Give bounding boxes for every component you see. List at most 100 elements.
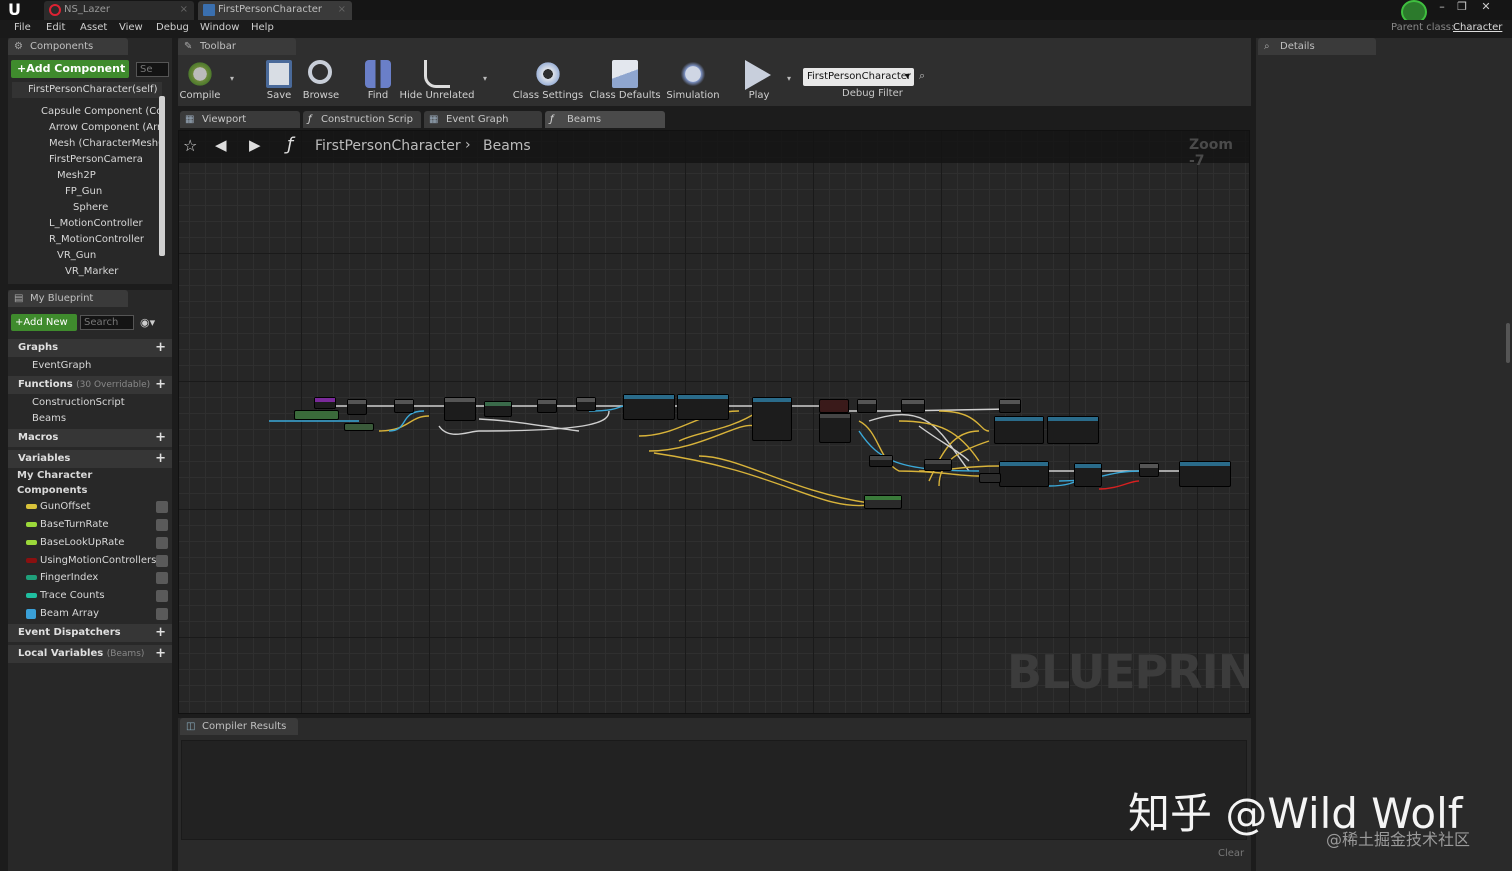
graph-node-make-vector[interactable] <box>994 416 1044 444</box>
hide-unrelated-dropdown-icon[interactable]: ▾ <box>483 74 487 83</box>
visibility-icon[interactable] <box>156 572 168 584</box>
simulation-button[interactable]: Simulation <box>663 58 723 104</box>
var-category-my-character[interactable]: My Character <box>8 468 172 484</box>
variable-beamarray[interactable]: Beam Array <box>8 605 172 623</box>
play-button[interactable]: Play <box>729 58 789 104</box>
category-local-variables[interactable]: Local Variables (Beams) + <box>8 645 172 663</box>
close-window-icon[interactable]: ✕ <box>1476 0 1496 14</box>
tree-item-l-motion[interactable]: L_MotionController <box>12 216 162 232</box>
graph-node-sequence[interactable] <box>347 399 367 415</box>
graph-node-set-param[interactable] <box>1139 463 1159 477</box>
tree-item-mesh[interactable]: Mesh (CharacterMesh0) <box>12 136 162 152</box>
graph-node-get[interactable] <box>294 410 339 420</box>
function-item-beams[interactable]: Beams <box>8 411 172 427</box>
components-scrollbar[interactable] <box>159 96 165 256</box>
menu-window[interactable]: Window <box>200 22 239 33</box>
graph-node-array[interactable] <box>576 397 596 411</box>
menu-asset[interactable]: Asset <box>80 22 107 33</box>
tab-viewport[interactable]: ▦ Viewport <box>180 111 300 128</box>
menu-debug[interactable]: Debug <box>156 22 189 33</box>
unreal-logo-icon[interactable]: U <box>8 1 26 19</box>
add-local-variable-icon[interactable]: + <box>155 647 166 660</box>
graph-node-line-trace[interactable] <box>677 394 729 420</box>
components-tab[interactable]: ⚙ Components <box>8 38 128 55</box>
variable-gunoffset[interactable]: GunOffset <box>8 498 172 516</box>
graph-node-for-loop[interactable] <box>444 397 476 421</box>
add-graph-icon[interactable]: + <box>155 341 166 354</box>
tree-item-vr-marker[interactable]: VR_Marker <box>12 264 162 280</box>
variable-fingerindex[interactable]: FingerIndex <box>8 569 172 587</box>
variable-tracecounts[interactable]: Trace Counts <box>8 587 172 605</box>
graph-node-math[interactable] <box>537 399 557 413</box>
variable-usingmotioncontrollers[interactable]: UsingMotionControllers? <box>8 552 172 570</box>
category-variables[interactable]: Variables + <box>8 450 172 468</box>
compile-button[interactable]: Compile <box>170 58 230 104</box>
visibility-icon[interactable] <box>156 590 168 602</box>
tree-item-camera[interactable]: FirstPersonCamera <box>12 152 162 168</box>
debug-object-dropdown[interactable]: FirstPersonCharacter ▾ <box>803 68 914 86</box>
close-icon[interactable]: × <box>338 1 346 19</box>
class-settings-button[interactable]: Class Settings <box>513 58 583 104</box>
graph-node-add[interactable] <box>924 459 952 471</box>
tree-item-sphere[interactable]: Sphere <box>12 200 162 216</box>
graph-node-entry[interactable] <box>314 397 336 409</box>
visibility-icon[interactable] <box>156 519 168 531</box>
doc-tab-firstpersoncharacter[interactable]: FirstPersonCharacter × <box>198 1 352 20</box>
variable-baseturnrate[interactable]: BaseTurnRate <box>8 516 172 534</box>
tree-item-mesh2p[interactable]: Mesh2P <box>12 168 162 184</box>
tab-event-graph[interactable]: ▦ Event Graph <box>424 111 542 128</box>
hide-unrelated-button[interactable]: Hide Unrelated <box>399 58 475 104</box>
close-icon[interactable]: × <box>180 1 188 19</box>
menu-edit[interactable]: Edit <box>46 22 65 33</box>
graph-node-add[interactable] <box>869 455 893 467</box>
toolbar-tab[interactable]: ✎ Toolbar <box>178 38 296 55</box>
graph-node-get-var[interactable] <box>864 495 902 509</box>
visibility-icon[interactable] <box>156 608 168 620</box>
add-macro-icon[interactable]: + <box>155 431 166 444</box>
details-tab[interactable]: ⌕ Details <box>1258 38 1376 55</box>
add-variable-icon[interactable]: + <box>155 452 166 465</box>
graph-node-print[interactable] <box>979 473 1001 483</box>
eye-icon[interactable]: ◉▾ <box>140 316 155 329</box>
compile-dropdown-icon[interactable]: ▾ <box>230 74 234 83</box>
graph-node-branch[interactable] <box>857 399 877 413</box>
blueprint-search-input[interactable]: Search <box>80 315 134 330</box>
visibility-icon[interactable] <box>156 555 168 567</box>
graph-node-break-hit[interactable] <box>752 397 792 441</box>
graph-node-set[interactable] <box>819 413 851 443</box>
graph-node-make-vector[interactable] <box>1047 416 1099 444</box>
menu-view[interactable]: View <box>119 22 143 33</box>
parent-class-link[interactable]: Character <box>1453 22 1502 33</box>
visibility-icon[interactable] <box>156 501 168 513</box>
maximize-icon[interactable]: ❐ <box>1452 0 1472 14</box>
var-category-components[interactable]: Components <box>8 483 172 499</box>
graph-item-eventgraph[interactable]: EventGraph <box>8 358 172 374</box>
doc-tab-ns-lazer[interactable]: NS_Lazer × <box>44 1 194 20</box>
tree-item-capsule[interactable]: Capsule Component (Colli <box>12 104 162 120</box>
components-search-input[interactable]: Se <box>136 62 169 77</box>
graph-node-math[interactable] <box>484 401 512 417</box>
details-scrollbar[interactable] <box>1506 323 1510 363</box>
tree-item-arrow[interactable]: Arrow Component (Arrov <box>12 120 162 136</box>
add-component-button[interactable]: +Add Component <box>11 60 129 78</box>
tab-beams[interactable]: ƒ Beams <box>545 111 665 128</box>
function-item-construction[interactable]: ConstructionScript <box>8 395 172 411</box>
my-blueprint-tab[interactable]: ▤ My Blueprint <box>8 290 128 307</box>
clear-button[interactable]: Clear <box>1218 848 1244 859</box>
graph-node-set-param[interactable] <box>1179 461 1231 487</box>
minimize-icon[interactable]: – <box>1432 0 1452 14</box>
graph-node-branch[interactable] <box>999 399 1021 413</box>
add-function-icon[interactable]: + <box>155 378 166 391</box>
compiler-results-tab[interactable]: ◫ Compiler Results <box>180 718 298 735</box>
variable-baselookuprate[interactable]: BaseLookUpRate <box>8 534 172 552</box>
graph-node-get[interactable] <box>344 423 374 431</box>
class-defaults-button[interactable]: Class Defaults <box>589 58 661 104</box>
tree-item-r-motion[interactable]: R_MotionController <box>12 232 162 248</box>
add-new-button[interactable]: +Add New <box>11 314 77 331</box>
blueprint-graph-canvas[interactable]: ☆ ◀ ▶ ƒ FirstPersonCharacter › Beams Zoo… <box>178 130 1250 714</box>
graph-node-add-array[interactable] <box>1074 463 1102 487</box>
category-macros[interactable]: Macros + <box>8 429 172 447</box>
graph-node-branch[interactable] <box>394 399 414 413</box>
add-dispatcher-icon[interactable]: + <box>155 626 166 639</box>
tab-construction-script[interactable]: ƒ Construction Scrip <box>303 111 421 128</box>
